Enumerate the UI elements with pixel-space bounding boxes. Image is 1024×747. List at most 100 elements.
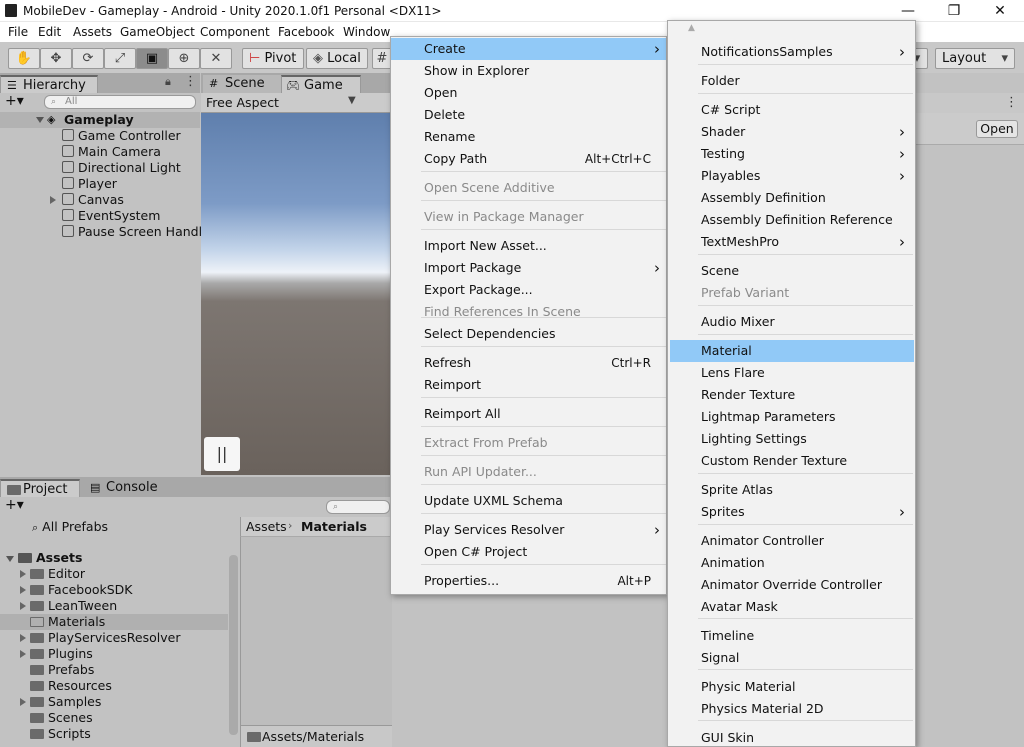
- create-submenu-item[interactable]: Custom Render Texture: [668, 450, 915, 472]
- tab-console[interactable]: ▤ Console: [84, 479, 164, 497]
- context-menu-item[interactable]: Import Package ›: [391, 257, 666, 279]
- maximize-button[interactable]: ❐: [931, 2, 977, 20]
- create-submenu-item[interactable]: Animator Override Controller: [668, 574, 915, 596]
- expand-triangle-icon[interactable]: [20, 602, 26, 610]
- create-submenu-item[interactable]: Avatar Mask: [668, 596, 915, 618]
- menu-file[interactable]: File: [8, 25, 28, 39]
- create-submenu-item[interactable]: Lighting Settings: [668, 428, 915, 450]
- context-menu-item[interactable]: Reimport All: [391, 403, 666, 425]
- create-submenu-item[interactable]: Physic Material: [668, 676, 915, 698]
- pivot-toggle[interactable]: ⊢ Pivot: [242, 48, 304, 69]
- context-menu-item[interactable]: Open: [391, 82, 666, 104]
- create-submenu-item[interactable]: Testing ›: [668, 143, 915, 165]
- context-menu-item[interactable]: Rename: [391, 126, 666, 148]
- folder-item[interactable]: FacebookSDK: [30, 582, 133, 598]
- create-submenu-item[interactable]: Shader ›: [668, 121, 915, 143]
- minimize-button[interactable]: —: [885, 2, 931, 20]
- context-menu-item[interactable]: Delete: [391, 104, 666, 126]
- create-submenu-item[interactable]: Signal: [668, 647, 915, 669]
- rotate-tool-button[interactable]: ⟳: [72, 48, 104, 69]
- expand-triangle-icon[interactable]: [20, 570, 26, 578]
- context-menu-item[interactable]: Update UXML Schema: [391, 490, 666, 512]
- add-icon[interactable]: +▾: [5, 497, 24, 513]
- hierarchy-item[interactable]: Game Controller: [62, 128, 181, 144]
- hierarchy-item[interactable]: EventSystem: [62, 208, 160, 224]
- context-menu-item[interactable]: Reimport: [391, 374, 666, 396]
- expand-triangle-icon[interactable]: [20, 650, 26, 658]
- create-submenu-item[interactable]: Animator Controller: [668, 530, 915, 552]
- create-submenu-item[interactable]: Assembly Definition: [668, 187, 915, 209]
- folder-item[interactable]: LeanTween: [30, 598, 117, 614]
- open-button[interactable]: Open: [976, 120, 1018, 138]
- expand-triangle-icon[interactable]: [20, 586, 26, 594]
- project-search-input[interactable]: ⌕: [326, 500, 390, 514]
- create-submenu-item[interactable]: C# Script: [668, 99, 915, 121]
- hierarchy-item[interactable]: Canvas: [62, 192, 124, 208]
- custom-tool-button[interactable]: ✕: [200, 48, 232, 69]
- scene-row[interactable]: ◈ Gameplay: [0, 112, 200, 128]
- more-options-icon[interactable]: ⋮: [184, 74, 197, 89]
- menu-edit[interactable]: Edit: [38, 25, 61, 39]
- context-menu-item[interactable]: Show in Explorer: [391, 60, 666, 82]
- create-submenu-item[interactable]: Physics Material 2D: [668, 698, 915, 720]
- hierarchy-item[interactable]: Directional Light: [62, 160, 181, 176]
- expand-triangle-icon[interactable]: [36, 117, 44, 123]
- folder-item[interactable]: Prefabs: [30, 662, 94, 678]
- create-submenu-item[interactable]: NotificationsSamples ›: [668, 41, 915, 63]
- assets-root[interactable]: Assets: [18, 550, 82, 566]
- asset-grid[interactable]: [240, 537, 392, 725]
- lock-icon[interactable]: 🔒︎: [165, 75, 171, 89]
- chevron-down-icon[interactable]: ▼: [348, 95, 356, 106]
- create-submenu-item[interactable]: Animation: [668, 552, 915, 574]
- create-submenu-item[interactable]: GUI Skin: [668, 727, 915, 747]
- folder-item-selected[interactable]: Materials: [0, 614, 228, 630]
- create-submenu-item[interactable]: Timeline: [668, 625, 915, 647]
- local-toggle[interactable]: ◈ Local: [306, 48, 368, 69]
- create-submenu-item[interactable]: Sprites ›: [668, 501, 915, 523]
- menu-facebook[interactable]: Facebook: [278, 25, 334, 39]
- folder-item[interactable]: Resources: [30, 678, 112, 694]
- hierarchy-search-input[interactable]: ⌕ All: [44, 95, 196, 109]
- create-submenu-item[interactable]: Render Texture: [668, 384, 915, 406]
- create-submenu-item[interactable]: Lightmap Parameters: [668, 406, 915, 428]
- expand-triangle-icon[interactable]: [20, 698, 26, 706]
- game-view[interactable]: ||: [201, 113, 391, 475]
- layout-dropdown[interactable]: Layout ▾: [935, 48, 1015, 69]
- folder-item[interactable]: Samples: [30, 694, 101, 710]
- tab-game[interactable]: 🎮︎ Game: [281, 75, 361, 93]
- expand-triangle-icon[interactable]: [20, 634, 26, 642]
- menu-window[interactable]: Window: [343, 25, 390, 39]
- folder-item[interactable]: PlayServicesResolver: [30, 630, 180, 646]
- scroll-up-icon[interactable]: ▲: [688, 23, 695, 33]
- hierarchy-item[interactable]: Player: [62, 176, 117, 192]
- context-menu-item[interactable]: Copy Path Alt+Ctrl+C: [391, 148, 666, 170]
- breadcrumb-materials[interactable]: Materials: [301, 519, 367, 534]
- folder-item[interactable]: Scenes: [30, 710, 93, 726]
- all-prefabs-item[interactable]: ⌕ All Prefabs: [32, 519, 108, 535]
- tab-project[interactable]: Project: [0, 479, 80, 497]
- scale-tool-button[interactable]: ⤢: [104, 48, 136, 69]
- more-options-icon[interactable]: ⋮: [1005, 95, 1018, 110]
- context-menu-item[interactable]: Import New Asset...: [391, 235, 666, 257]
- aspect-dropdown[interactable]: Free Aspect: [206, 95, 279, 110]
- rect-tool-button[interactable]: ▣: [136, 48, 168, 69]
- create-submenu-item[interactable]: Playables ›: [668, 165, 915, 187]
- expand-triangle-icon[interactable]: [50, 196, 56, 204]
- context-menu-item[interactable]: Refresh Ctrl+R: [391, 352, 666, 374]
- menu-component[interactable]: Component: [200, 25, 270, 39]
- breadcrumb-assets[interactable]: Assets: [246, 519, 287, 534]
- create-submenu-item[interactable]: Sprite Atlas: [668, 479, 915, 501]
- close-button[interactable]: ✕: [977, 2, 1023, 20]
- folder-item[interactable]: Plugins: [30, 646, 93, 662]
- create-submenu-item[interactable]: Material: [670, 340, 914, 362]
- context-menu-item[interactable]: Play Services Resolver ›: [391, 519, 666, 541]
- context-menu-item[interactable]: Properties... Alt+P: [391, 570, 666, 592]
- hand-tool-button[interactable]: ✋: [8, 48, 40, 69]
- hierarchy-item[interactable]: Pause Screen Handle: [62, 224, 210, 240]
- add-icon[interactable]: +▾: [5, 93, 24, 109]
- create-submenu-item[interactable]: Assembly Definition Reference: [668, 209, 915, 231]
- tab-scene[interactable]: # Scene: [203, 75, 281, 93]
- menu-assets[interactable]: Assets: [73, 25, 112, 39]
- scrollbar[interactable]: [229, 555, 238, 735]
- context-menu-item[interactable]: Select Dependencies: [391, 323, 666, 345]
